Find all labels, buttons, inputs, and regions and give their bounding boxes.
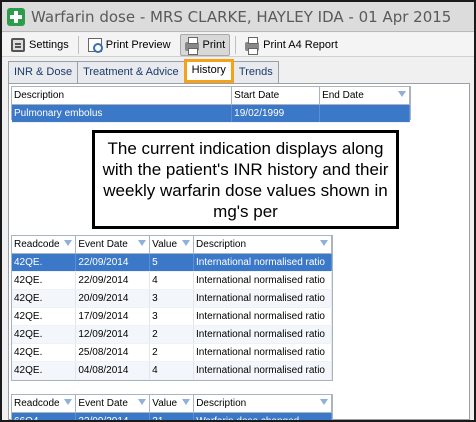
table-row[interactable]: 42QE. 22/09/2014 5 International normalised… bbox=[12, 253, 332, 272]
table-row[interactable]: 42QE. 12/09/2014 2 International normalised… bbox=[12, 325, 332, 344]
settings-icon bbox=[11, 37, 25, 52]
column-header-event-date[interactable]: Event Date bbox=[75, 395, 151, 413]
print-a4-label: Print A4 Report bbox=[263, 38, 338, 51]
indication-grid: Description Start Date End Date Pulmonar… bbox=[11, 86, 411, 123]
printer-icon bbox=[184, 37, 199, 55]
column-header-description[interactable]: Description bbox=[193, 395, 332, 413]
tab-trends[interactable]: Trends bbox=[232, 61, 279, 83]
column-header-value[interactable]: Value bbox=[149, 395, 195, 413]
column-header-end-date[interactable]: End Date bbox=[319, 87, 410, 105]
table-row[interactable]: 42QE. 20/09/2014 3 International normalised… bbox=[12, 289, 332, 308]
filter-icon[interactable] bbox=[398, 91, 406, 97]
title-bar: Warfarin dose - MRS CLARKE, HAYLEY IDA -… bbox=[2, 2, 474, 32]
print-label: Print bbox=[202, 38, 226, 51]
settings-button[interactable]: Settings bbox=[7, 34, 73, 56]
column-header-description[interactable]: Description bbox=[12, 87, 233, 105]
filter-icon[interactable] bbox=[64, 240, 73, 246]
dose-history-grid: Readcode Event Date Value Description 66… bbox=[11, 394, 333, 420]
column-header-start-date[interactable]: Start Date bbox=[231, 87, 321, 105]
table-row[interactable]: 42QE. 22/09/2014 4 International normalised… bbox=[12, 271, 332, 290]
filter-icon[interactable] bbox=[182, 399, 191, 405]
filter-icon[interactable] bbox=[138, 240, 147, 246]
print-preview-label: Print Preview bbox=[105, 38, 171, 51]
column-header-event-date[interactable]: Event Date bbox=[75, 236, 151, 254]
window-title: Warfarin dose - MRS CLARKE, HAYLEY IDA -… bbox=[31, 7, 452, 26]
table-row[interactable]: 42QE. 04/08/2014 4 International normalised… bbox=[12, 361, 332, 380]
column-header-value[interactable]: Value bbox=[149, 236, 195, 254]
print-preview-icon bbox=[87, 37, 103, 53]
printer-icon bbox=[245, 37, 260, 55]
warfarin-dose-window: Warfarin dose - MRS CLARKE, HAYLEY IDA -… bbox=[0, 0, 476, 422]
toolbar-divider bbox=[77, 35, 79, 54]
print-preview-button[interactable]: Print Preview bbox=[84, 34, 175, 56]
annotation-callout: The current indication displays along wi… bbox=[92, 130, 399, 229]
table-row[interactable]: Pulmonary embolus 19/02/1999 bbox=[12, 104, 410, 123]
filter-icon[interactable] bbox=[320, 399, 328, 405]
column-header-readcode[interactable]: Readcode bbox=[12, 236, 77, 254]
inr-history-grid: Readcode Event Date Value Description 42… bbox=[11, 235, 333, 381]
filter-icon[interactable] bbox=[64, 399, 73, 405]
toolbar-divider bbox=[235, 35, 237, 54]
filter-icon[interactable] bbox=[138, 399, 147, 405]
column-header-readcode[interactable]: Readcode bbox=[12, 395, 77, 413]
table-row[interactable]: 66Q4. 22/09/2014 21 Warfarin dose changed bbox=[12, 412, 332, 420]
app-cross-icon bbox=[7, 7, 25, 26]
toolbar: Settings Print Preview Print Print A4 Re… bbox=[2, 33, 474, 57]
tab-treatment-advice[interactable]: Treatment & Advice bbox=[77, 61, 185, 83]
tab-inr-dose[interactable]: INR & Dose bbox=[8, 61, 79, 83]
annotation-text: The current indication displays along wi… bbox=[102, 138, 389, 221]
table-row[interactable]: 42QE. 17/09/2014 3 International normalised… bbox=[12, 307, 332, 326]
print-a4-report-button[interactable]: Print A4 Report bbox=[241, 34, 342, 56]
tab-strip: INR & Dose Treatment & Advice History Tr… bbox=[8, 59, 279, 83]
settings-label: Settings bbox=[29, 38, 69, 51]
print-button[interactable]: Print bbox=[179, 33, 231, 56]
tab-history[interactable]: History bbox=[183, 59, 234, 83]
filter-icon[interactable] bbox=[182, 240, 191, 246]
filter-icon[interactable] bbox=[320, 240, 328, 246]
table-row[interactable]: 42QE. 25/08/2014 2 International normalised… bbox=[12, 343, 332, 362]
column-header-description[interactable]: Description bbox=[193, 236, 332, 254]
